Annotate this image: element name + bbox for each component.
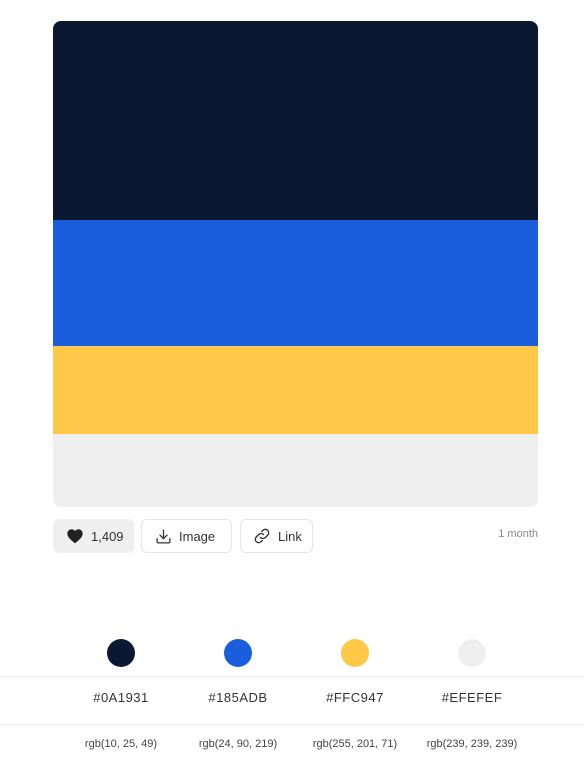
like-button[interactable]: 1,409 [53,519,134,553]
like-count: 1,409 [91,528,124,544]
color-dot-efefef[interactable] [458,639,486,667]
color-dot-185adb[interactable] [224,639,252,667]
hex-code[interactable]: #EFEFEF [412,690,532,705]
hex-code[interactable]: #185ADB [178,690,298,705]
swatch-185adb[interactable] [53,220,538,346]
image-button-label: Image [179,528,216,544]
palette-page: 1,409 Image Link 1 month #0A1931 #185ADB… [0,0,584,767]
download-icon [154,527,172,545]
link-button-label: Link [278,528,302,544]
hex-codes-row: #0A1931 #185ADB #FFC947 #EFEFEF [0,690,584,710]
color-dot-0a1931[interactable] [107,639,135,667]
heart-icon [66,527,84,545]
rgb-code[interactable]: rgb(255, 201, 71) [295,738,415,750]
color-dot-ffc947[interactable] [341,639,369,667]
swatch-ffc947[interactable] [53,346,538,434]
rgb-code[interactable]: rgb(24, 90, 219) [178,738,298,750]
copy-link-button[interactable]: Link [240,519,313,553]
rgb-codes-row: rgb(10, 25, 49) rgb(24, 90, 219) rgb(255… [0,738,584,756]
palette-actions: 1,409 Image Link 1 month [53,519,538,553]
divider [0,724,584,725]
link-icon [253,527,271,545]
palette-age: 1 month [498,528,538,540]
palette-card [53,21,538,507]
rgb-code[interactable]: rgb(10, 25, 49) [61,738,181,750]
rgb-code[interactable]: rgb(239, 239, 239) [412,738,532,750]
image-download-button[interactable]: Image [141,519,232,553]
swatch-efefef[interactable] [53,434,538,507]
divider [0,676,584,677]
swatch-0a1931[interactable] [53,21,538,220]
hex-code[interactable]: #0A1931 [61,690,181,705]
hex-code[interactable]: #FFC947 [295,690,415,705]
color-dots-row [0,639,584,667]
